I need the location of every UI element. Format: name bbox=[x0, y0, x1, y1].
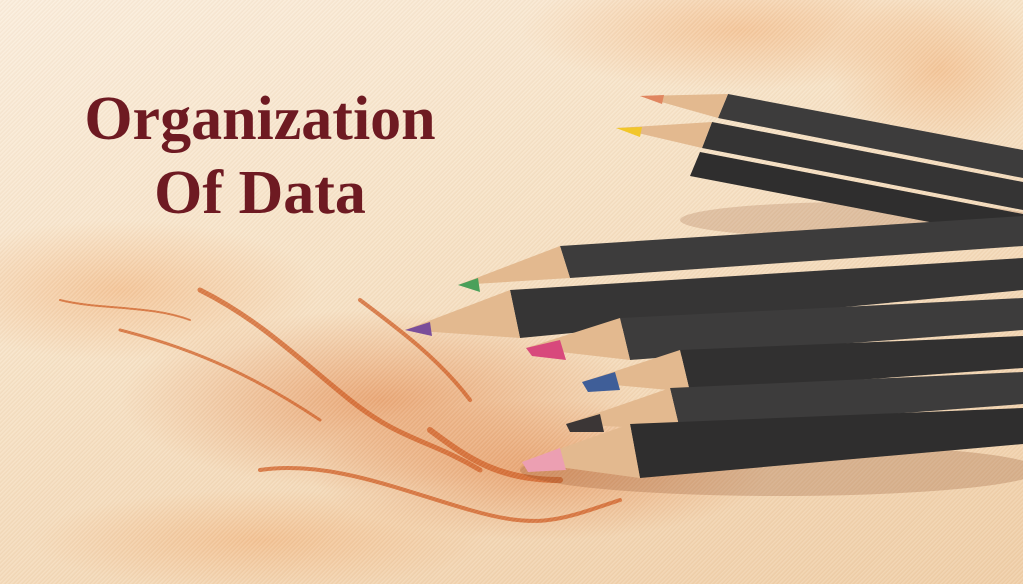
colored-pencils-photo bbox=[405, 94, 1023, 496]
slide: Organization Of Data bbox=[0, 0, 1023, 584]
lower-pencil-group bbox=[405, 216, 1023, 478]
